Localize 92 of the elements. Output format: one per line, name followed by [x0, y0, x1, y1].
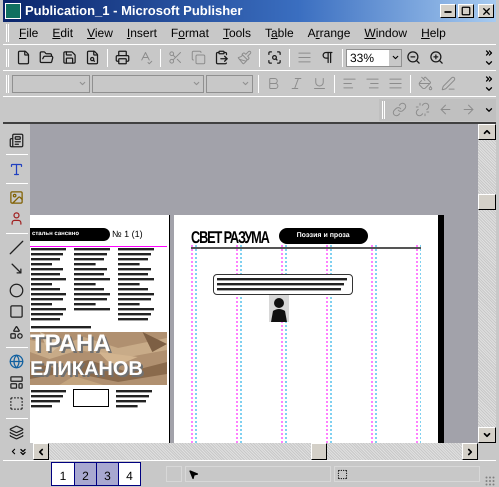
link-icon: [392, 102, 407, 117]
pen-icon: [441, 76, 456, 91]
underline-icon: [312, 76, 327, 91]
scissors-icon: [168, 50, 183, 65]
zoom-field[interactable]: 33%: [346, 48, 402, 66]
dropdown-icon: [192, 79, 201, 88]
window-title: Publication_1 - Microsoft Publisher: [25, 2, 242, 20]
text-lines-drawing: [30, 324, 92, 330]
arrow-icon: [9, 261, 24, 276]
menu-item[interactable]: Table: [258, 24, 301, 42]
oval-icon: [9, 282, 24, 298]
scroll-up-button[interactable]: [478, 124, 496, 140]
save-icon: [62, 50, 77, 65]
rectangle-icon: [9, 304, 24, 319]
dropdown-icon: [390, 53, 400, 62]
minimize-button[interactable]: [440, 4, 456, 18]
page-search-icon: [85, 50, 100, 65]
menu-item[interactable]: Tools: [216, 24, 258, 42]
app-icon: [5, 3, 21, 19]
page-tab[interactable]: 4: [118, 463, 140, 485]
page-tab[interactable]: 2: [74, 463, 96, 485]
arrow-right-icon: [461, 102, 476, 117]
menu-item[interactable]: Edit: [45, 24, 80, 42]
globe-icon: [9, 354, 24, 369]
menu-item[interactable]: View: [80, 24, 120, 42]
toolbar-grip[interactable]: [6, 48, 9, 66]
pointer-icon: [188, 468, 199, 480]
menu-item[interactable]: Help: [414, 24, 453, 42]
arrow-left-icon: [36, 446, 46, 456]
pilcrow-icon: [320, 50, 335, 65]
menu-item[interactable]: Insert: [120, 24, 164, 42]
maximize-icon: [461, 6, 471, 16]
text-lines-drawing: [115, 388, 153, 408]
new-page-icon: [16, 50, 31, 65]
menu-item[interactable]: Window: [357, 24, 414, 42]
toolbar-grip[interactable]: [382, 100, 385, 118]
zoom-in-icon: [429, 50, 444, 65]
menu-item[interactable]: File: [12, 24, 46, 42]
scroll-thumb[interactable]: [478, 194, 496, 210]
layers-icon: [9, 424, 24, 440]
align-right-icon: [365, 76, 380, 91]
unlink-icon: [415, 102, 430, 117]
close-button[interactable]: [478, 4, 494, 18]
dashed-square-icon: [9, 396, 24, 412]
italic-icon: [289, 76, 304, 91]
close-icon: [480, 6, 492, 16]
text-frame: [73, 388, 109, 406]
web-preview-icon: [267, 50, 282, 65]
toolbar-overflow-icon[interactable]: [484, 48, 494, 68]
zoom-out-icon: [406, 50, 421, 65]
chevrons-down-icon[interactable]: [18, 446, 28, 456]
issue-number: № 1 (1): [112, 228, 143, 241]
person-icon: [9, 211, 24, 226]
lines-icon: [297, 50, 312, 65]
menu-item[interactable]: Format: [164, 24, 216, 42]
arrow-right-icon: [465, 446, 475, 456]
scroll-right-button[interactable]: [462, 443, 478, 460]
toolbar-grip[interactable]: [6, 74, 9, 92]
arrow-down-icon: [482, 430, 492, 440]
maximize-button[interactable]: [458, 4, 474, 18]
toolbar-grip[interactable]: [6, 24, 9, 42]
size-icon: [337, 468, 348, 480]
copy-icon: [191, 50, 206, 65]
paintbrush-icon: [237, 50, 252, 65]
form-icon: [9, 375, 24, 390]
scroll-left-button[interactable]: [33, 443, 49, 460]
justify-icon: [388, 76, 403, 91]
letter-style-icon: [9, 162, 24, 177]
text-lines-drawing: [30, 388, 67, 408]
paint-bucket-icon: [418, 76, 433, 91]
line-icon: [9, 240, 24, 255]
page-tab[interactable]: 1: [52, 463, 74, 485]
headline: ТРАНА: [30, 332, 112, 356]
image-icon: [9, 190, 24, 205]
scroll-down-button[interactable]: [478, 427, 496, 443]
dropdown-icon: [78, 79, 87, 88]
printer-icon: [115, 50, 130, 65]
arrow-up-icon: [482, 127, 492, 137]
paste-icon: [214, 50, 229, 65]
headline: ЕЛИКАНОВ: [30, 358, 144, 378]
scroll-thumb[interactable]: [311, 443, 327, 460]
masthead-title: СВЕТ РАЗУМА: [191, 229, 269, 246]
dropdown-icon: [241, 79, 250, 88]
resize-grip-icon[interactable]: [484, 475, 496, 487]
toolbar-overflow-icon[interactable]: [484, 74, 494, 94]
text-lines-drawing: [73, 246, 111, 312]
open-folder-icon: [39, 50, 54, 65]
shapes-icon: [9, 325, 24, 340]
menu-item[interactable]: Arrange: [300, 24, 358, 42]
align-left-icon: [342, 76, 357, 91]
text-box-icon: [9, 133, 24, 148]
page-tab[interactable]: 3: [96, 463, 118, 485]
